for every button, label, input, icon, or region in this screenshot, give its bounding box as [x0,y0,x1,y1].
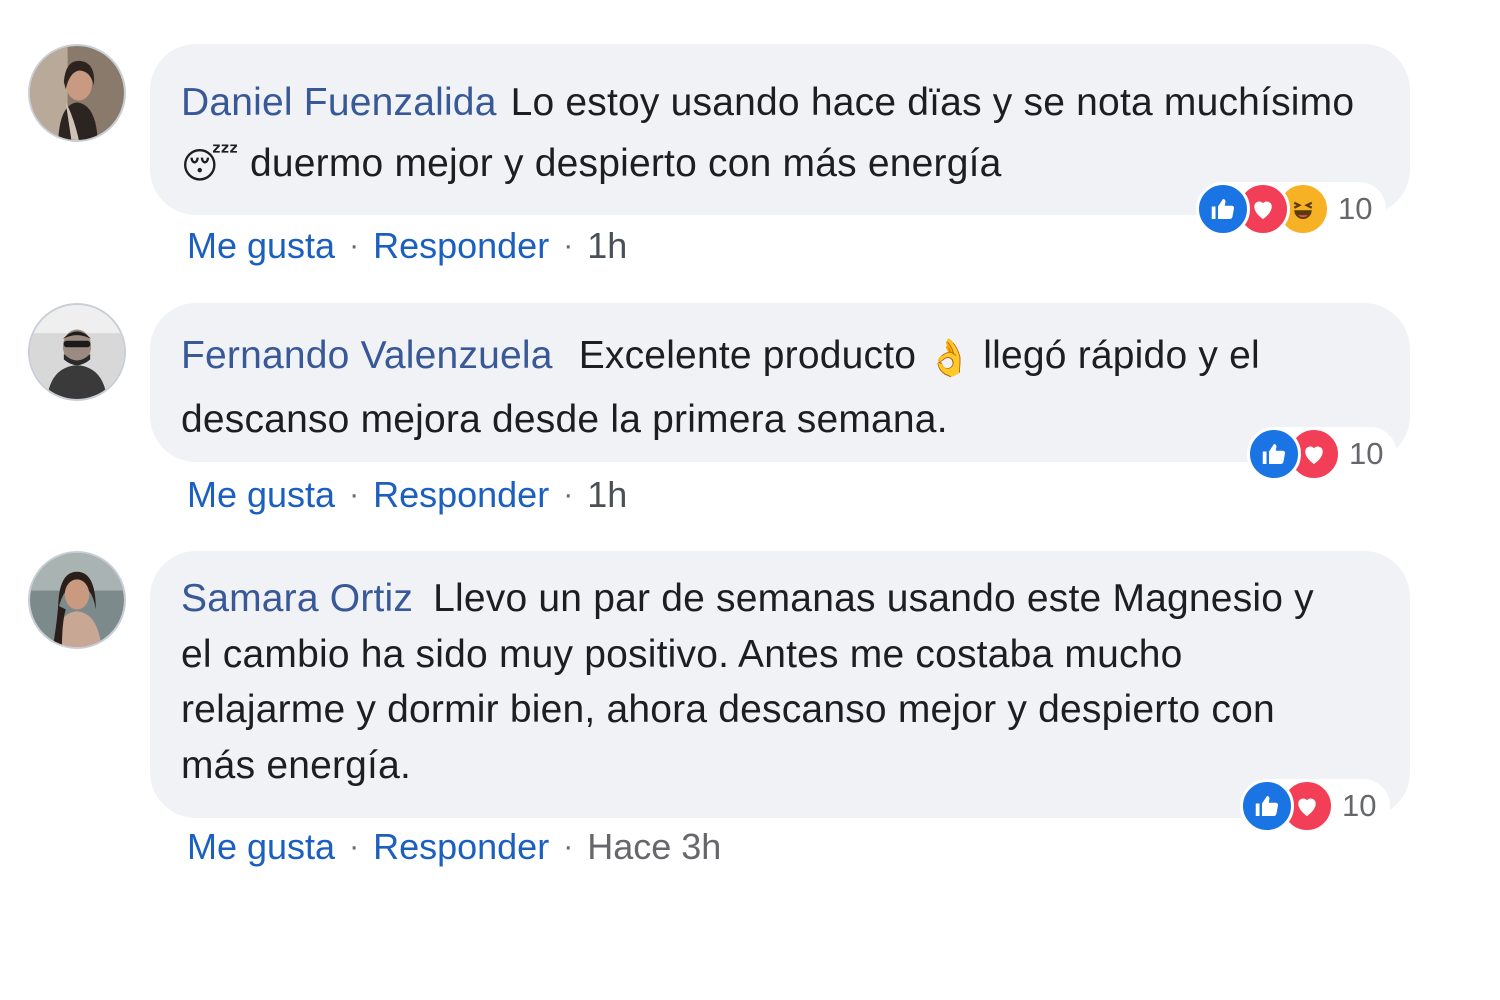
reply-link[interactable]: Responder [373,474,549,516]
author-name[interactable]: Fernando Valenzuela [181,334,553,377]
timestamp[interactable]: Hace 3h [587,826,721,868]
sleeping-face-emoji: 😴 [181,146,239,187]
reactions-summary[interactable]: 10 [1247,427,1398,481]
separator-dot: · [349,830,360,863]
reply-link[interactable]: Responder [373,826,549,868]
comment-text: Excelente producto [578,334,928,377]
like-icon [1196,182,1250,236]
reaction-count: 10 [1349,436,1384,471]
author-name[interactable]: Daniel Fuenzalida [181,81,497,124]
reactions-summary[interactable]: 10 [1196,182,1387,236]
separator-dot: · [349,478,360,511]
like-icon [1240,779,1294,833]
comment-text: Lo estoy usando hace dïas y se nota much… [510,81,1355,124]
comment-text: duermo mejor y despierto con más energía [238,142,1002,185]
like-link[interactable]: Me gusta [187,826,335,868]
like-link[interactable]: Me gusta [187,474,335,516]
avatar[interactable] [28,303,126,401]
avatar[interactable] [28,551,126,649]
timestamp[interactable]: 1h [587,225,627,267]
reactions-summary[interactable]: 10 [1240,779,1391,833]
comment-actions: Me gusta · Responder · Hace 3h [187,826,721,868]
ok-hand-emoji: 👌 [927,338,973,379]
author-name[interactable]: Samara Ortiz [181,577,413,620]
timestamp[interactable]: 1h [587,474,627,516]
comment-bubble: Samara Ortiz Llevo un par de semanas usan… [150,551,1410,818]
separator-dot: · [563,830,574,863]
reply-link[interactable]: Responder [373,225,549,267]
comment-actions: Me gusta · Responder · 1h [187,474,627,516]
comment-actions: Me gusta · Responder · 1h [187,225,627,267]
reaction-count: 10 [1342,788,1377,823]
avatar[interactable] [28,44,126,142]
separator-dot: · [563,229,574,262]
separator-dot: · [349,229,360,262]
like-link[interactable]: Me gusta [187,225,335,267]
separator-dot: · [563,478,574,511]
comment-bubble: Fernando Valenzuela Excelente producto 👌 … [150,303,1410,462]
like-icon [1247,427,1301,481]
reaction-count: 10 [1338,191,1373,226]
